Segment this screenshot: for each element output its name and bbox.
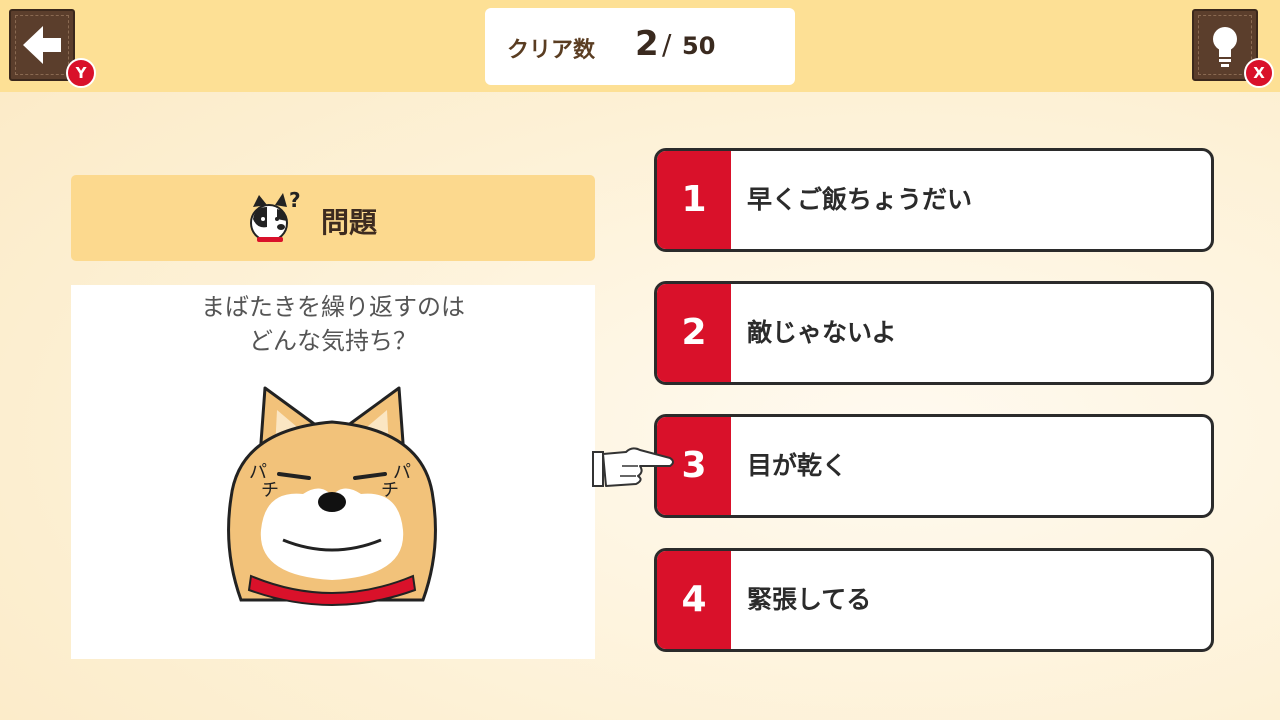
- answer-number: 4: [657, 551, 731, 649]
- svg-text:?: ?: [289, 189, 301, 212]
- x-key-badge: X: [1244, 58, 1274, 88]
- question-title: 問題: [321, 206, 378, 239]
- answer-text: 緊張してる: [747, 585, 872, 614]
- shiba-dog-illustration: パ チ パ チ: [227, 386, 437, 606]
- question-line-1: まばたきを繰り返すのは: [201, 293, 465, 321]
- answer-number: 2: [657, 284, 731, 382]
- question-header: ? 問題: [71, 175, 595, 261]
- answer-text: 早くご飯ちょうだい: [747, 185, 973, 214]
- answer-number: 1: [657, 151, 731, 249]
- answer-option-3[interactable]: 3 目が乾く: [654, 414, 1214, 518]
- svg-text:チ: チ: [261, 480, 279, 501]
- y-key-badge: Y: [66, 58, 96, 88]
- answer-text: 目が乾く: [747, 451, 848, 480]
- pointing-hand-icon: [592, 447, 674, 487]
- answer-option-2[interactable]: 2 敵じゃないよ: [654, 281, 1214, 385]
- hint-button[interactable]: X: [1192, 9, 1274, 88]
- top-bar: Y クリア数 2 / 50 X: [0, 0, 1280, 92]
- answer-text: 敵じゃないよ: [747, 318, 897, 347]
- question-card: まばたきを繰り返すのは どんな気持ち？ パ チ パ チ: [71, 285, 595, 659]
- clear-counter: クリア数 2 / 50: [485, 8, 795, 85]
- svg-text:チ: チ: [381, 480, 399, 501]
- answer-option-4[interactable]: 4 緊張してる: [654, 548, 1214, 652]
- counter-current: 2: [635, 24, 659, 64]
- counter-separator: /: [662, 28, 672, 61]
- back-button[interactable]: Y: [9, 9, 96, 88]
- left-arrow-icon: [23, 26, 61, 64]
- counter-total: 50: [682, 32, 716, 60]
- question-line-2: どんな気持ち？: [249, 327, 417, 355]
- counter-label: クリア数: [507, 38, 596, 63]
- puzzled-dog-icon: ?: [250, 189, 301, 242]
- question-text: まばたきを繰り返すのは どんな気持ち？: [71, 290, 595, 358]
- answer-option-1[interactable]: 1 早くご飯ちょうだい: [654, 148, 1214, 252]
